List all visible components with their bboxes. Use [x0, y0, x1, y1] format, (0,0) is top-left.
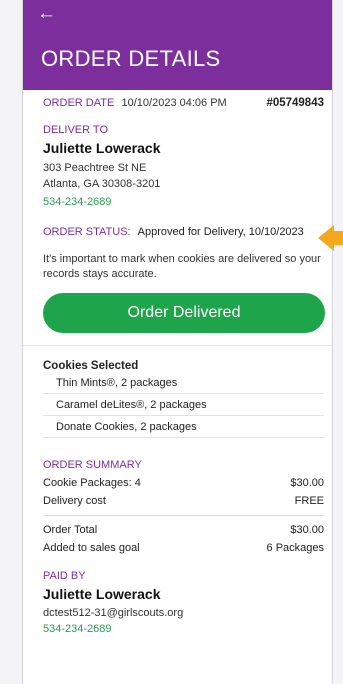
payer-phone-link[interactable]: 534-234-2689 — [43, 623, 324, 635]
order-total-label: Order Total — [43, 524, 98, 536]
order-status-value: Approved for Delivery, 10/10/2023 — [137, 226, 304, 238]
payer-email: dctest512-31@girlscouts.org — [43, 607, 184, 619]
summary-row: Order Total $30.00 — [43, 524, 324, 536]
backdrop-right — [333, 0, 343, 684]
page-title: ORDER DETAILS — [41, 46, 221, 71]
order-total-value: $30.00 — [290, 524, 324, 536]
address-city: Atlanta, GA 30308-3201 — [43, 178, 161, 190]
summary-row: Delivery cost FREE — [43, 495, 324, 507]
cookie-item: Caramel deLites®, 2 packages — [43, 394, 324, 416]
annotation-arrow-tail — [332, 231, 343, 245]
deliver-to-label: DELIVER TO — [43, 124, 109, 136]
summary-row: Added to sales goal 6 Packages — [43, 542, 324, 554]
divider — [23, 345, 332, 346]
cookie-packages-label: Cookie Packages: 4 — [43, 477, 141, 489]
recipient-name: Juliette Lowerack — [43, 140, 161, 156]
order-summary-title: ORDER SUMMARY — [43, 459, 142, 471]
cookies-selected-title: Cookies Selected — [43, 360, 139, 372]
order-date-value: 10/10/2023 04:06 PM — [121, 97, 227, 109]
order-delivered-button[interactable]: Order Delivered — [43, 293, 325, 333]
back-arrow-icon[interactable]: ← — [37, 3, 56, 25]
cookie-packages-value: $30.00 — [290, 477, 324, 489]
phone-screen: ← ORDER DETAILS ORDER DATE 10/10/2023 04… — [22, 0, 333, 684]
header-bar: ← ORDER DETAILS — [23, 0, 332, 90]
address-street: 303 Peachtree St NE — [43, 162, 147, 174]
delivery-cost-value: FREE — [294, 495, 324, 507]
order-number: #05749843 — [266, 97, 324, 109]
delivery-note: It's important to mark when cookies are … — [43, 253, 321, 280]
sales-goal-label: Added to sales goal — [43, 542, 140, 554]
order-date: ORDER DATE 10/10/2023 04:06 PM — [43, 97, 227, 109]
paid-by-label: PAID BY — [43, 570, 86, 582]
deliver-to-section: DELIVER TO Juliette Lowerack 303 Peachtr… — [43, 124, 324, 208]
sales-goal-value: 6 Packages — [266, 542, 324, 554]
order-status-label: ORDER STATUS: — [43, 226, 131, 238]
payer-name: Juliette Lowerack — [43, 586, 161, 602]
summary-row: Cookie Packages: 4 $30.00 — [43, 477, 324, 489]
paid-by-section: PAID BY Juliette Lowerack dctest512-31@g… — [43, 570, 324, 635]
delivery-cost-label: Delivery cost — [43, 495, 106, 507]
recipient-phone-link[interactable]: 534-234-2689 — [43, 196, 324, 208]
cookie-item: Thin Mints®, 2 packages — [43, 372, 324, 394]
cookie-item: Donate Cookies, 2 packages — [43, 416, 324, 438]
order-details-content: ORDER DATE 10/10/2023 04:06 PM #05749843… — [23, 97, 332, 635]
order-date-label: ORDER DATE — [43, 97, 115, 109]
order-date-row: ORDER DATE 10/10/2023 04:06 PM #05749843 — [43, 97, 324, 109]
divider — [43, 515, 324, 516]
order-status: ORDER STATUS: Approved for Delivery, 10/… — [43, 226, 324, 238]
backdrop-left — [0, 0, 22, 684]
